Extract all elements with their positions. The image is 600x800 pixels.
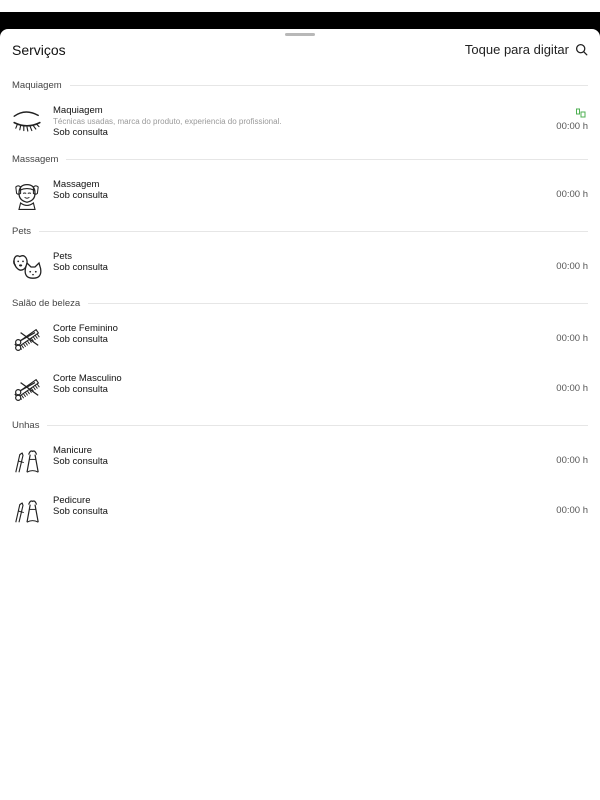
- service-price: Sob consulta: [53, 190, 108, 201]
- service-duration: 00:00 h: [556, 189, 588, 200]
- section-header: Unhas: [0, 414, 600, 436]
- service-price: Sob consulta: [53, 262, 108, 273]
- section-divider: [12, 231, 588, 232]
- service-name: Massagem: [53, 179, 100, 190]
- service-item-massagem[interactable]: Massagem Sob consulta 00:00 h: [0, 170, 600, 220]
- services-sheet: Serviços Toque para digitar Maquiagem Ma…: [0, 29, 600, 800]
- service-price: Sob consulta: [53, 384, 108, 395]
- section-header: Massagem: [0, 148, 600, 170]
- section-label: Massagem: [12, 154, 67, 165]
- service-duration: 00:00 h: [556, 455, 588, 466]
- service-info: Manicure Sob consulta: [53, 445, 520, 468]
- search-button[interactable]: Toque para digitar: [465, 42, 588, 57]
- service-item-maquiagem[interactable]: Maquiagem Técnicas usadas, marca do prod…: [0, 96, 600, 148]
- service-name: Corte Masculino: [53, 373, 122, 384]
- section-label: Pets: [12, 226, 40, 237]
- search-label: Toque para digitar: [464, 42, 569, 57]
- service-info: Corte Masculino Sob consulta: [53, 373, 520, 396]
- service-name: Manicure: [53, 445, 93, 456]
- service-description: Técnicas usadas, marca do produto, exper…: [53, 117, 282, 126]
- massage-face-icon: [10, 178, 44, 212]
- section-header: Maquiagem: [0, 74, 600, 96]
- services-list: Maquiagem Maquiagem Técnicas usadas, mar…: [0, 74, 600, 536]
- nail-clippers-icon: [10, 444, 44, 478]
- search-icon: [575, 43, 588, 56]
- service-item-pedicure[interactable]: Pedicure Sob consulta 00:00 h: [0, 486, 600, 536]
- service-info: Pets Sob consulta: [53, 251, 520, 274]
- dog-cat-icon: [10, 250, 44, 284]
- service-duration: 00:00 h: [556, 383, 588, 394]
- service-name: Maquiagem: [53, 105, 103, 116]
- section-divider: [12, 85, 588, 86]
- green-badge-icon: [576, 108, 586, 118]
- service-duration: 00:00 h: [556, 505, 588, 516]
- service-duration: 00:00 h: [556, 121, 588, 132]
- section-label: Maquiagem: [12, 80, 70, 91]
- service-duration: 00:00 h: [556, 261, 588, 272]
- service-info: Massagem Sob consulta: [53, 179, 520, 202]
- service-item-corte-masculino[interactable]: Corte Masculino Sob consulta 00:00 h: [0, 364, 600, 414]
- status-bar: [0, 0, 600, 12]
- sheet-header: Serviços Toque para digitar: [0, 41, 600, 61]
- service-item-pets[interactable]: Pets Sob consulta 00:00 h: [0, 242, 600, 292]
- page-title: Serviços: [12, 42, 66, 58]
- nail-clippers-icon: [10, 494, 44, 528]
- service-price: Sob consulta: [53, 127, 108, 138]
- service-item-corte-feminino[interactable]: Corte Feminino Sob consulta 00:00 h: [0, 314, 600, 364]
- section-header: Pets: [0, 220, 600, 242]
- scissors-comb-icon: [10, 372, 44, 406]
- service-duration: 00:00 h: [556, 333, 588, 344]
- service-info: Pedicure Sob consulta: [53, 495, 520, 518]
- drag-handle[interactable]: [285, 33, 315, 36]
- service-price: Sob consulta: [53, 334, 108, 345]
- service-info: Maquiagem Técnicas usadas, marca do prod…: [53, 105, 520, 139]
- service-name: Corte Feminino: [53, 323, 118, 334]
- service-price: Sob consulta: [53, 456, 108, 467]
- section-label: Unhas: [12, 420, 48, 431]
- service-name: Pedicure: [53, 495, 91, 506]
- section-divider: [12, 159, 588, 160]
- scissors-comb-icon: [10, 322, 44, 356]
- section-divider: [12, 303, 588, 304]
- section-label: Salão de beleza: [12, 298, 89, 309]
- eyelash-icon: [10, 104, 44, 138]
- service-info: Corte Feminino Sob consulta: [53, 323, 520, 346]
- service-name: Pets: [53, 251, 73, 262]
- service-price: Sob consulta: [53, 506, 108, 517]
- service-item-manicure[interactable]: Manicure Sob consulta 00:00 h: [0, 436, 600, 486]
- section-header: Salão de beleza: [0, 292, 600, 314]
- section-divider: [12, 425, 588, 426]
